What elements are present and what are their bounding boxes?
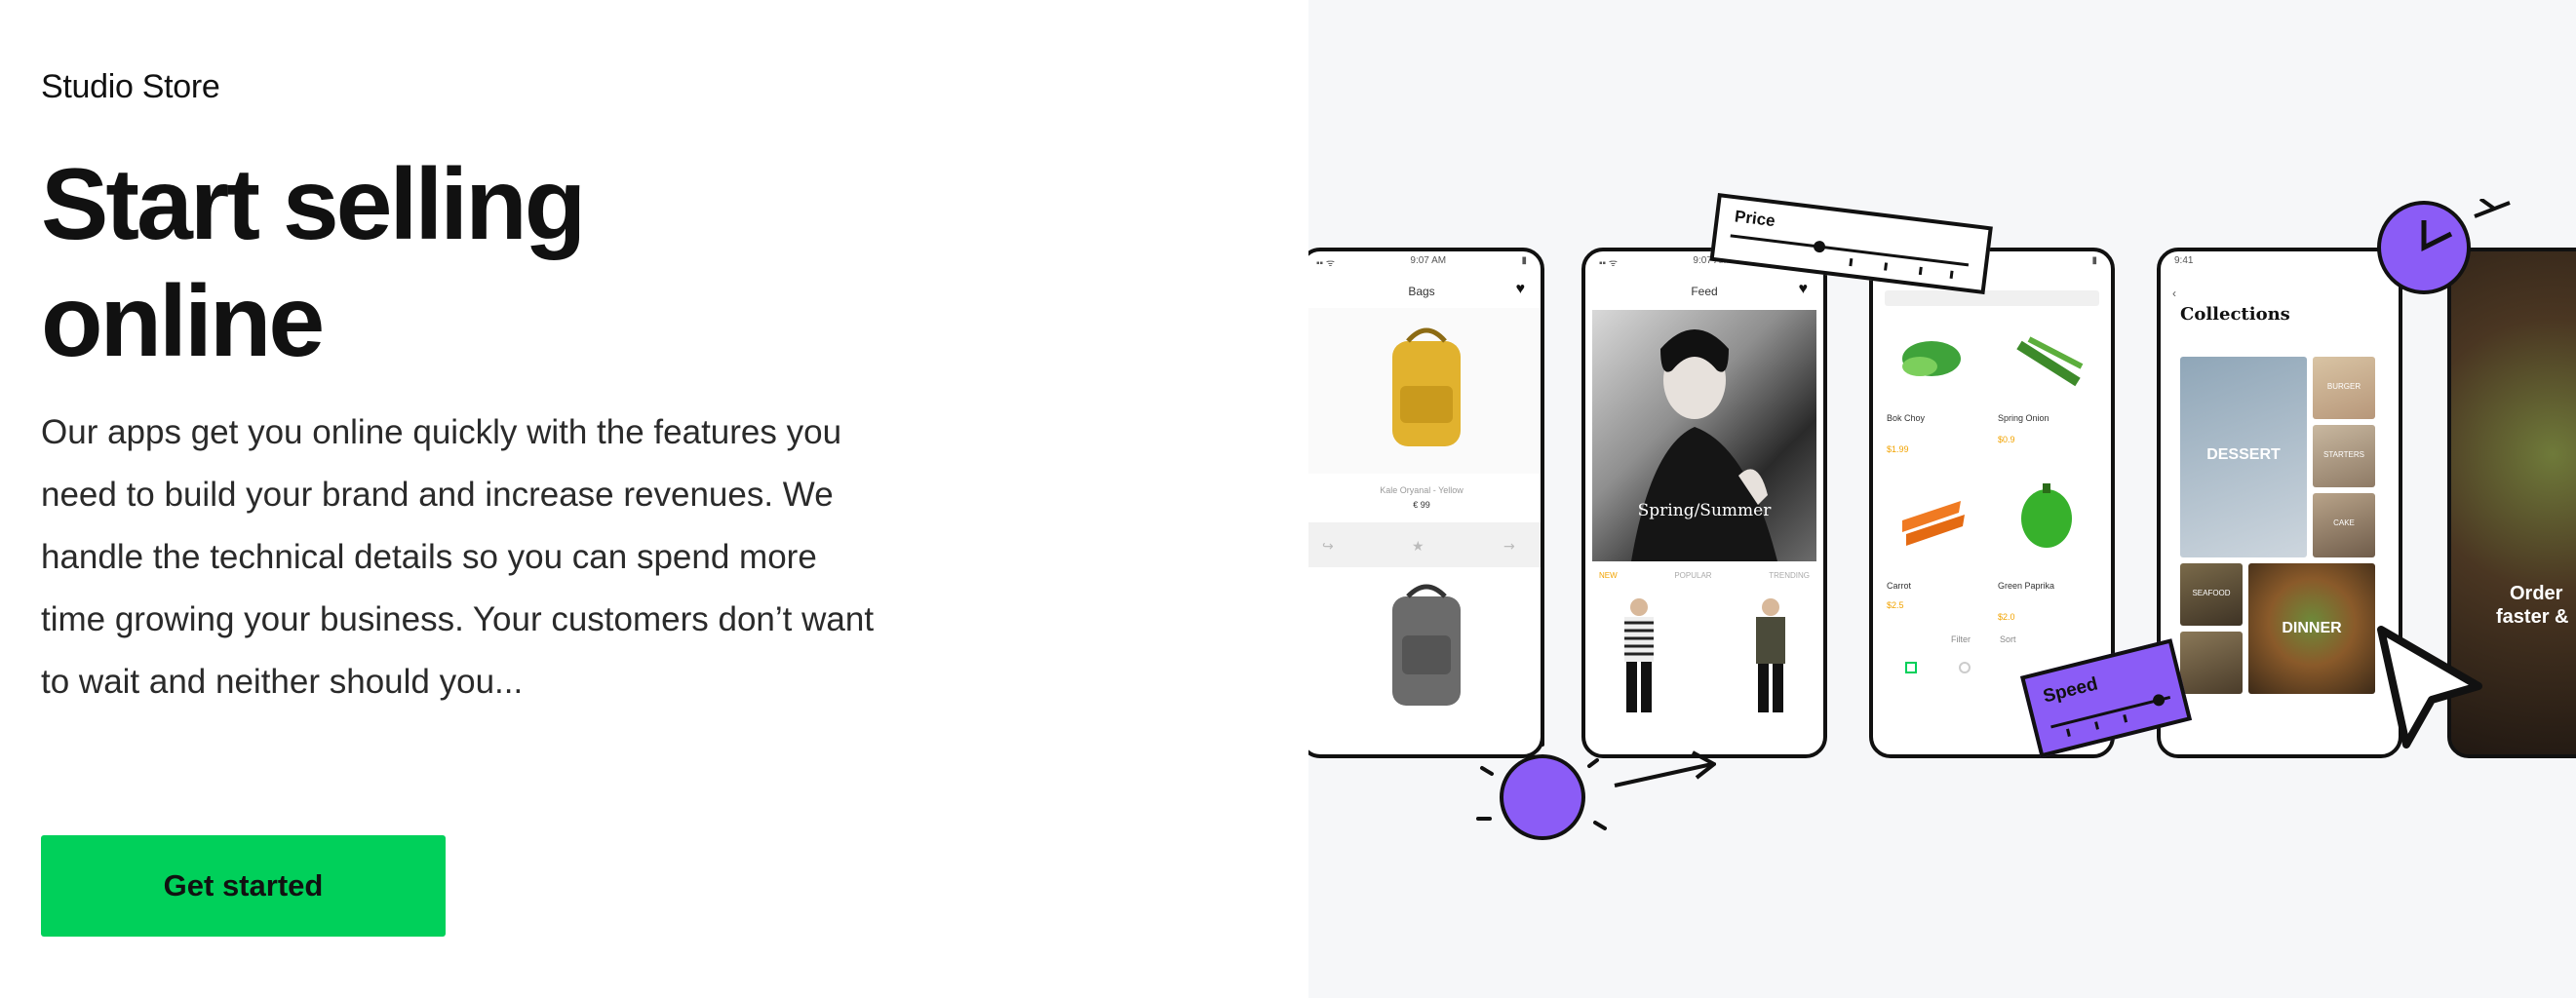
phone-bags: ▪▪ ᯤ 9:07 AM ▮ Bags ♥ Kale Oryanal - Yel… — [1308, 248, 1544, 758]
tile-extra[interactable] — [2180, 632, 2243, 694]
arrow-right-icon — [1614, 750, 1716, 787]
tab-popular[interactable]: POPULAR — [1674, 571, 1711, 580]
search-bar[interactable] — [1885, 290, 2099, 306]
green-paprika-image — [2021, 483, 2072, 548]
tile-burger[interactable]: BURGER — [2313, 357, 2375, 419]
illustration-panel: ▪▪ ᯤ 9:07 AM ▮ Bags ♥ Kale Oryanal - Yel… — [1308, 0, 2576, 998]
product-price: € 99 — [1413, 500, 1430, 510]
arrow-right-icon: → — [1503, 539, 1515, 555]
item-name: Bok Choy — [1887, 413, 1926, 423]
sun-icon — [1476, 733, 1607, 840]
heart-icon: ♥ — [1798, 281, 1809, 297]
bok-choy-image — [1902, 341, 1961, 376]
clock-icon — [2377, 199, 2511, 294]
hero-section: Studio Store Start selling online Our ap… — [0, 0, 1308, 998]
feed-models — [1624, 598, 1785, 712]
model-olive-image — [1756, 598, 1785, 712]
feed-banner[interactable]: Spring/Summer — [1592, 310, 1816, 561]
phone-collections: 9:41 ▮ ‹ Collections DESSERT BURGER STAR… — [2157, 248, 2402, 758]
model-portrait-image — [1631, 329, 1777, 561]
cursor-icon — [2377, 626, 2482, 748]
sort-button[interactable]: Sort — [2000, 634, 2016, 644]
spring-onion-image — [2016, 336, 2084, 387]
item-name: Spring Onion — [1998, 413, 2049, 423]
tab-trending[interactable]: TRENDING — [1769, 571, 1810, 580]
order-heading-2: faster & — [2496, 606, 2569, 628]
back-icon[interactable]: ‹ — [2161, 275, 2399, 300]
shop-tab-icon[interactable] — [1905, 662, 1917, 673]
sun-arrow-decoration — [1476, 733, 1716, 840]
slider-handle[interactable] — [1813, 240, 1826, 253]
brand-name[interactable]: Studio Store — [41, 68, 220, 106]
star-icon: ★ — [1412, 539, 1425, 555]
carrot-image — [1902, 501, 1965, 546]
item-price: $2.5 — [1887, 600, 1904, 610]
tile-cake[interactable]: CAKE — [2313, 493, 2375, 557]
cart-tab-icon[interactable] — [1959, 662, 1971, 673]
status-time: 9:07 AM — [1410, 255, 1447, 266]
tab-new[interactable]: NEW — [1599, 571, 1618, 580]
status-bar: ▪▪ ᯤ 9:07 AM ▮ — [1308, 251, 1541, 275]
hero-description: Our apps get you online quickly with the… — [41, 413, 875, 701]
item-price: $1.99 — [1887, 444, 1909, 454]
item-name: Green Paprika — [1998, 581, 2054, 591]
headline-line-2: online — [41, 265, 325, 378]
banner-text: Spring/Summer — [1637, 501, 1772, 520]
feed-tabs: NEW POPULAR TRENDING — [1585, 561, 1823, 580]
slider-handle[interactable] — [2152, 693, 2166, 708]
status-time: 9:41 — [2174, 255, 2194, 266]
get-started-button[interactable]: Get started — [41, 835, 446, 937]
filter-button[interactable]: Filter — [1951, 634, 1971, 644]
item-price: $0.9 — [1998, 435, 2015, 444]
order-heading-1: Order — [2510, 583, 2563, 604]
share-icon: ↪ — [1322, 539, 1334, 555]
status-bar: 9:41 ▮ — [2161, 251, 2399, 275]
screen-title: Bags ♥ — [1408, 281, 1526, 298]
page-title: Start selling online — [41, 146, 586, 380]
item-price: $2.0 — [1998, 612, 2015, 622]
tile-seafood[interactable]: SEAFOOD — [2180, 563, 2243, 626]
collections-title: Collections — [2180, 304, 2290, 325]
model-striped-image — [1624, 598, 1654, 712]
item-name: Carrot — [1887, 581, 1912, 591]
headline-line-1: Start selling — [41, 148, 586, 261]
bags-content: Kale Oryanal - Yellow € 99 ↪ ★ → — [1308, 308, 1541, 706]
heart-icon: ♥ — [1515, 281, 1526, 297]
grocery-grid: Bok Choy $1.99 Spring Onion $0.9 Carrot … — [1887, 336, 2084, 673]
phone-feed: ▪▪ ᯤ 9:07 AM ▮ Feed ♥ Spring/Summer NEW … — [1581, 248, 1827, 758]
product-name: Kale Oryanal - Yellow — [1380, 485, 1464, 495]
yellow-backpack-image — [1392, 327, 1461, 446]
screen-title: Feed ♥ — [1691, 281, 1809, 298]
tile-starters[interactable]: STARTERS — [2313, 425, 2375, 487]
tile-dinner[interactable]: DINNER — [2248, 563, 2375, 694]
tile-dessert[interactable]: DESSERT — [2180, 357, 2307, 557]
grey-backpack-image — [1392, 584, 1461, 706]
